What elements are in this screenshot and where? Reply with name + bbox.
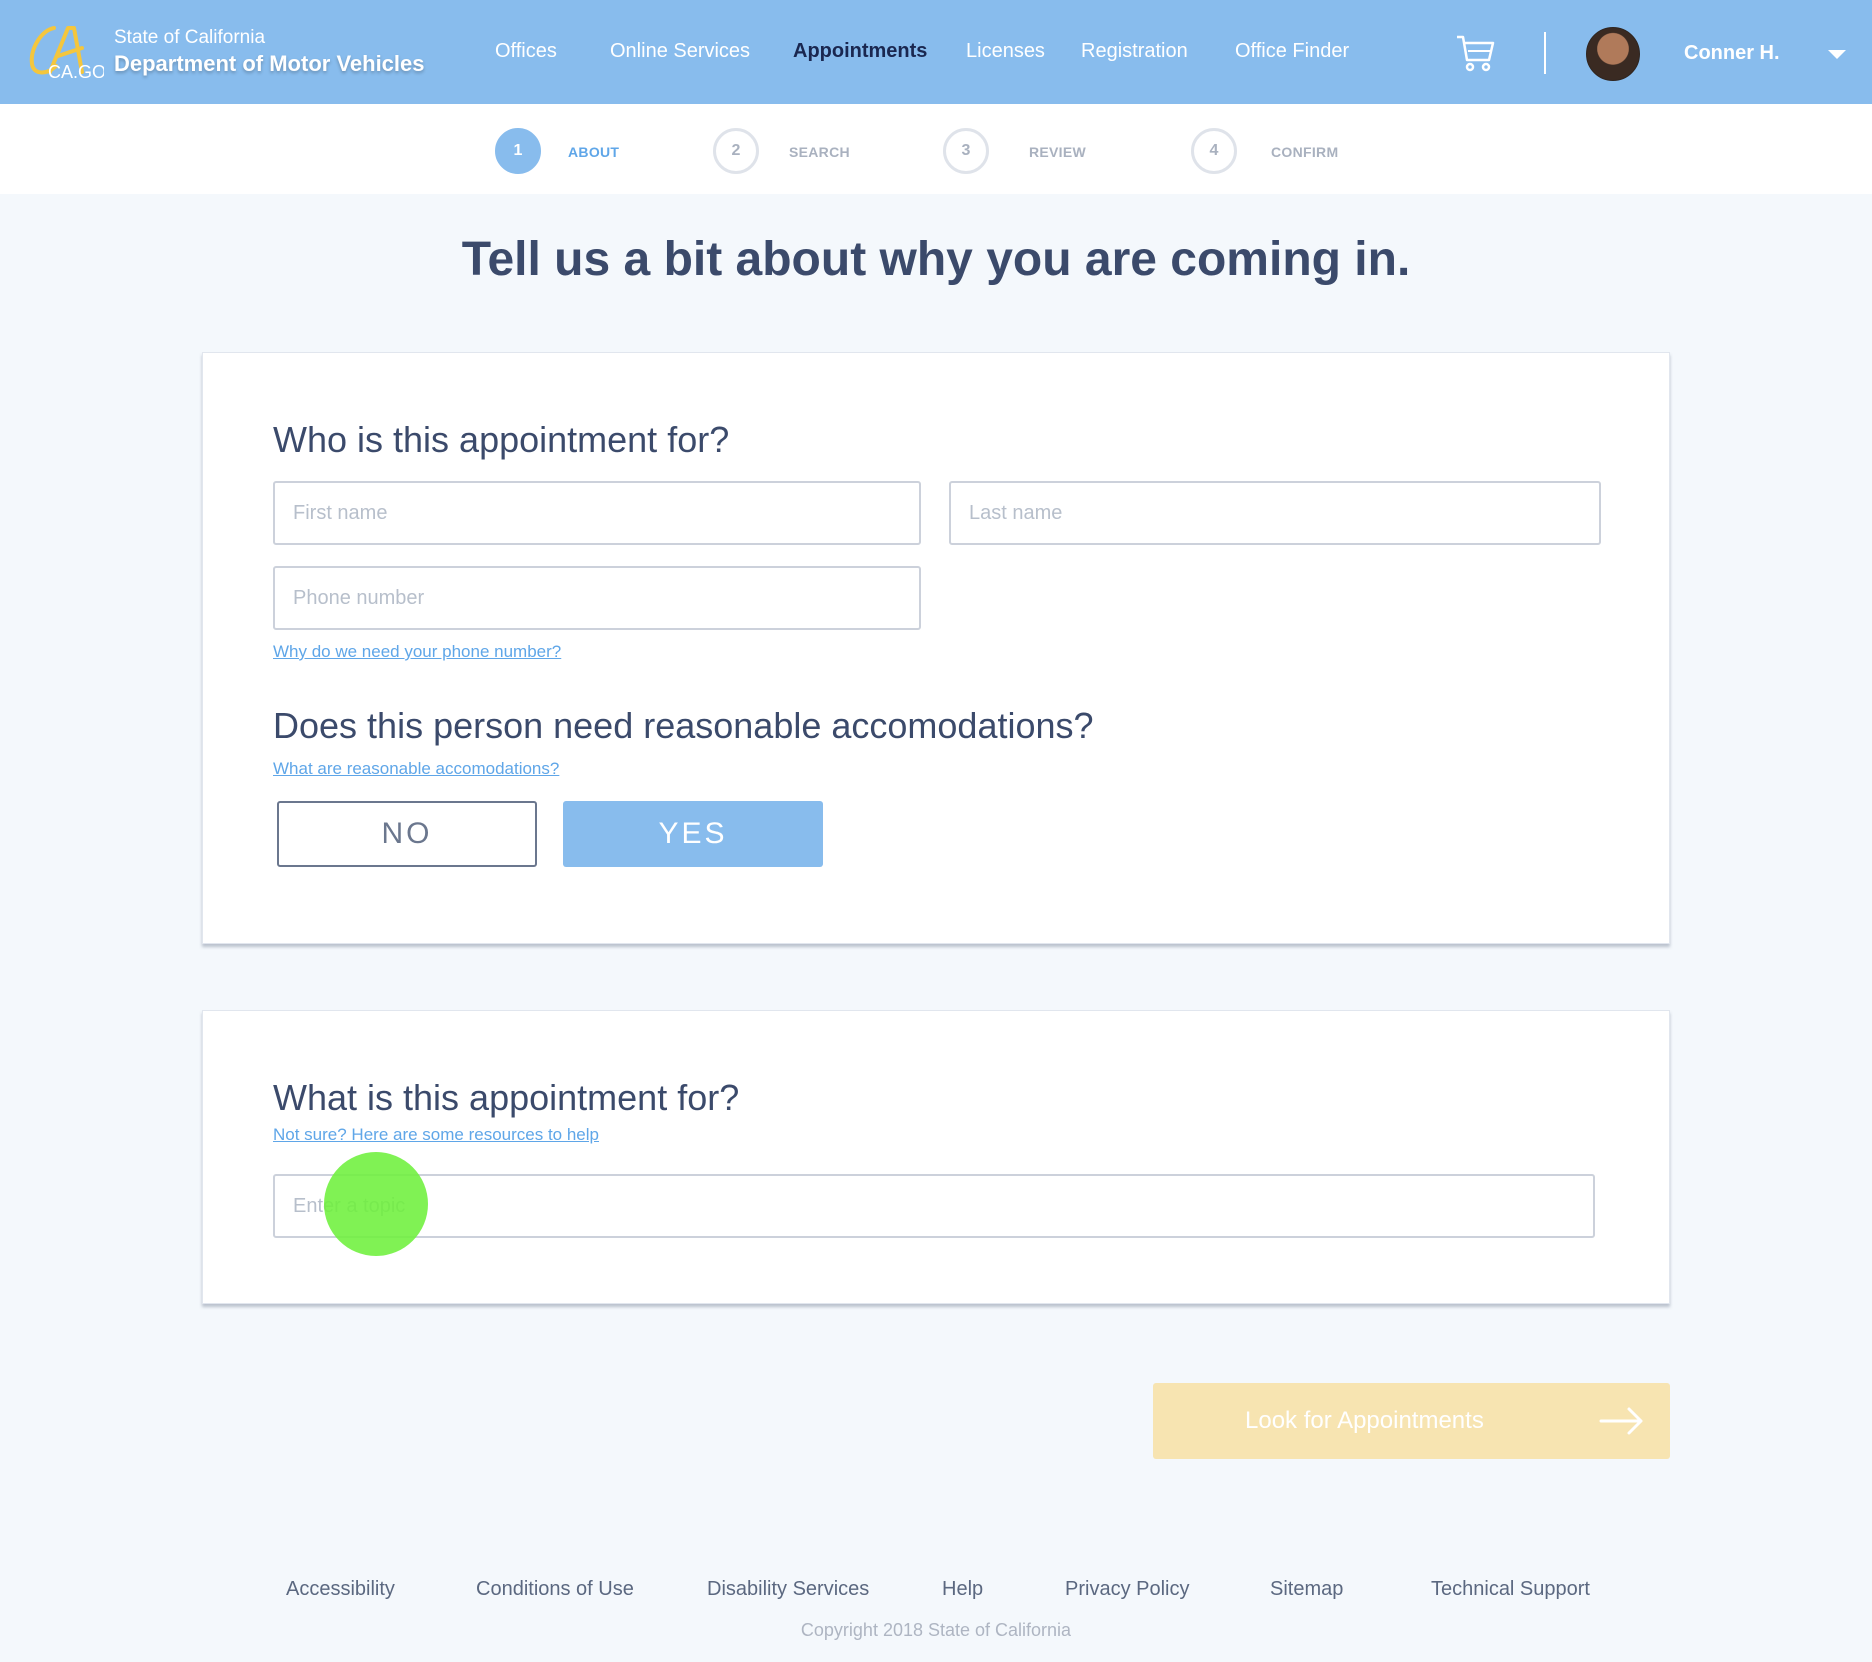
step-3-circle: 3 bbox=[943, 128, 989, 174]
nav-registration[interactable]: Registration bbox=[1081, 40, 1188, 63]
department-label: Department of Motor Vehicles bbox=[114, 51, 425, 76]
copyright: Copyright 2018 State of California bbox=[800, 1620, 1072, 1640]
footer-conditions-of-use[interactable]: Conditions of Use bbox=[476, 1578, 634, 1601]
nav-office-finder[interactable]: Office Finder bbox=[1235, 40, 1349, 63]
step-4-circle: 4 bbox=[1191, 128, 1237, 174]
accommodations-help-link[interactable]: What are reasonable accomodations? bbox=[273, 759, 559, 779]
last-name-field[interactable]: Last name bbox=[949, 481, 1601, 545]
step-2-label: SEARCH bbox=[789, 144, 850, 160]
page-title: Tell us a bit about why you are coming i… bbox=[461, 233, 1411, 286]
nav-offices[interactable]: Offices bbox=[495, 40, 557, 63]
caret-down-icon[interactable] bbox=[1828, 50, 1846, 59]
who-heading: Who is this appointment for? bbox=[273, 419, 730, 460]
avatar[interactable] bbox=[1586, 27, 1640, 81]
first-name-field[interactable]: First name bbox=[273, 481, 921, 545]
step-1-circle: 1 bbox=[495, 128, 541, 174]
appointment-person-card: Who is this appointment for? First name … bbox=[202, 352, 1670, 944]
nav-licenses[interactable]: Licenses bbox=[966, 40, 1045, 63]
logo-text: CA.GOV bbox=[48, 62, 104, 82]
click-indicator bbox=[324, 1152, 428, 1256]
no-button[interactable]: NO bbox=[277, 801, 537, 867]
nav-appointments[interactable]: Appointments bbox=[793, 40, 927, 63]
step-4-label: CONFIRM bbox=[1271, 144, 1339, 160]
phone-number-field[interactable]: Phone number bbox=[273, 566, 921, 630]
what-heading: What is this appointment for? bbox=[273, 1077, 740, 1118]
top-navbar: CA.GOV State of California Department of… bbox=[0, 0, 1872, 104]
footer-privacy-policy[interactable]: Privacy Policy bbox=[1065, 1578, 1189, 1601]
footer-technical-support[interactable]: Technical Support bbox=[1431, 1578, 1590, 1601]
nav-online-services[interactable]: Online Services bbox=[610, 40, 750, 63]
site-title[interactable]: State of California Department of Motor … bbox=[114, 26, 425, 78]
step-1-label: ABOUT bbox=[568, 144, 620, 160]
user-name[interactable]: Conner H. bbox=[1684, 42, 1780, 65]
footer-sitemap[interactable]: Sitemap bbox=[1270, 1578, 1343, 1601]
topic-input[interactable]: Enter a topic bbox=[273, 1174, 1595, 1238]
footer-help[interactable]: Help bbox=[942, 1578, 983, 1601]
state-label: State of California bbox=[114, 27, 266, 48]
header-divider bbox=[1544, 32, 1546, 74]
footer-disability-services[interactable]: Disability Services bbox=[707, 1578, 869, 1601]
topic-help-link[interactable]: Not sure? Here are some resources to hel… bbox=[273, 1125, 599, 1145]
footer-accessibility[interactable]: Accessibility bbox=[286, 1578, 395, 1601]
phone-help-link[interactable]: Why do we need your phone number? bbox=[273, 642, 561, 662]
progress-stepper: 1 ABOUT 2 SEARCH 3 REVIEW 4 CONFIRM bbox=[0, 104, 1872, 194]
ca-gov-logo[interactable]: CA.GOV bbox=[24, 18, 104, 84]
arrow-right-icon bbox=[1599, 1407, 1643, 1435]
step-2-circle: 2 bbox=[713, 128, 759, 174]
cta-label: Look for Appointments bbox=[1245, 1407, 1484, 1434]
step-3-label: REVIEW bbox=[1029, 144, 1087, 160]
appointment-topic-card: What is this appointment for? Not sure? … bbox=[202, 1010, 1670, 1304]
shopping-cart-icon[interactable] bbox=[1456, 34, 1496, 72]
look-for-appointments-button[interactable]: Look for Appointments bbox=[1153, 1383, 1670, 1459]
accommodations-heading: Does this person need reasonable accomod… bbox=[273, 705, 1094, 746]
yes-button[interactable]: YES bbox=[563, 801, 823, 867]
